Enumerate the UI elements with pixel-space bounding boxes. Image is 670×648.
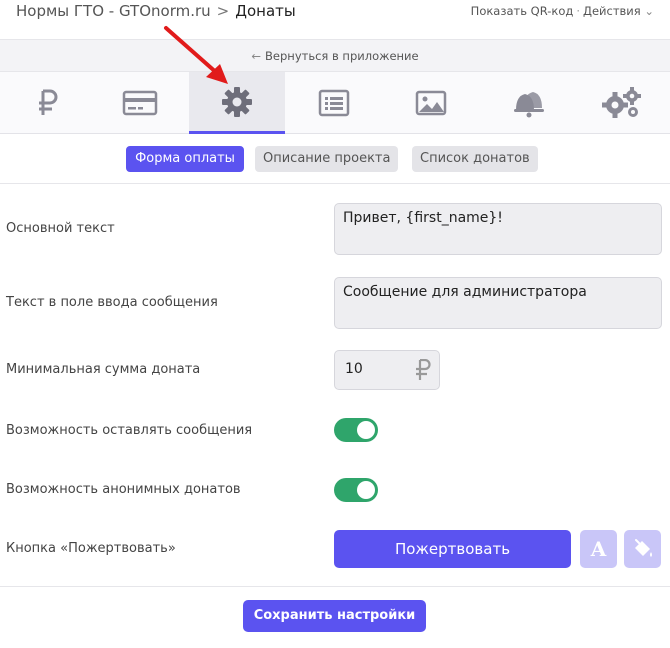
- main-text-label: Основной текст: [6, 221, 115, 236]
- tab-list[interactable]: [286, 72, 382, 134]
- back-to-app-link[interactable]: Вернуться в приложение: [265, 49, 419, 63]
- annotation-arrow-icon: [164, 26, 228, 84]
- divider: [0, 183, 670, 184]
- sub-tabs: Форма оплаты Описание проекта Список дон…: [0, 146, 670, 172]
- min-amount-label: Минимальная сумма доната: [6, 362, 201, 377]
- allow-messages-label: Возможность оставлять сообщения: [6, 423, 253, 438]
- text-color-icon: A: [590, 537, 607, 561]
- min-amount-field[interactable]: 10: [334, 350, 440, 390]
- tab-image[interactable]: [383, 72, 479, 134]
- ruble-icon: [415, 358, 431, 385]
- breadcrumb-app[interactable]: Нормы ГТО - GTOnorm.ru: [16, 2, 211, 20]
- toggle-knob: [357, 421, 375, 439]
- top-header: Нормы ГТО - GTOnorm.ru > Донаты Показать Q…: [0, 0, 670, 40]
- save-settings-button[interactable]: Сохранить настройки: [243, 600, 426, 632]
- breadcrumb-current: Донаты: [235, 2, 296, 20]
- back-to-app-bar[interactable]: ← Вернуться в приложение: [0, 40, 670, 72]
- paint-bucket-icon: [634, 539, 652, 557]
- tab-project-description[interactable]: Описание проекта: [255, 146, 399, 172]
- text-color-button[interactable]: A: [580, 530, 617, 568]
- header-actions: Показать QR-код · Действия ⌄: [471, 4, 654, 18]
- allow-messages-toggle[interactable]: [334, 418, 378, 442]
- message-placeholder-field[interactable]: Сообщение для администратора: [334, 277, 662, 329]
- list-icon: [318, 89, 350, 117]
- tab-payment-form[interactable]: Форма оплаты: [126, 146, 244, 172]
- credit-card-icon: [122, 90, 158, 116]
- chevron-down-icon[interactable]: ⌄: [644, 4, 654, 18]
- show-qr-link[interactable]: Показать QR-код: [471, 4, 574, 18]
- main-text-field[interactable]: Привет, {first_name}!: [334, 203, 662, 255]
- settings-tabs: [0, 72, 670, 134]
- bell-icon: [514, 92, 544, 118]
- toggle-knob: [357, 481, 375, 499]
- tab-donation-list[interactable]: Список донатов: [412, 146, 538, 172]
- donate-button-label: Кнопка «Пожертвовать»: [6, 541, 176, 556]
- fill-color-button[interactable]: [624, 530, 661, 568]
- anonymous-donations-label: Возможность анонимных донатов: [6, 482, 241, 497]
- actions-menu[interactable]: Действия: [583, 4, 641, 18]
- breadcrumb-separator: >: [216, 2, 230, 20]
- message-field-label: Текст в поле ввода сообщения: [6, 295, 218, 310]
- image-icon: [415, 90, 447, 116]
- arrow-left-icon: ←: [251, 49, 262, 63]
- tab-advanced[interactable]: [574, 72, 670, 134]
- header-dot: ·: [576, 4, 580, 18]
- breadcrumb: Нормы ГТО - GTOnorm.ru > Донаты: [16, 2, 296, 20]
- tab-notifications[interactable]: [480, 72, 576, 134]
- divider: [0, 586, 670, 587]
- anonymous-donations-toggle[interactable]: [334, 478, 378, 502]
- donate-button-preview[interactable]: Пожертвовать: [334, 530, 571, 568]
- ruble-icon: [39, 89, 58, 115]
- min-amount-value: 10: [345, 361, 363, 377]
- tab-ruble[interactable]: [0, 72, 96, 134]
- gears-icon: [602, 87, 641, 118]
